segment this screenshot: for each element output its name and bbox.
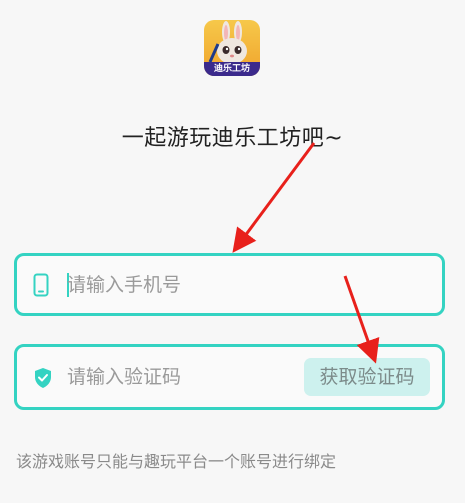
app-logo-label: 迪乐工坊 [213,64,250,74]
page-title: 一起游玩迪乐工坊吧~ [121,126,344,151]
annotation-arrow-to-phone [232,142,316,253]
app-logo-icon: 迪乐工坊 [204,20,260,76]
phone-icon [33,273,49,301]
get-code-button[interactable]: 获取验证码 [304,358,430,396]
phone-field[interactable] [14,253,445,316]
verification-code-input[interactable] [67,347,297,407]
binding-notice: 该游戏账号只能与趣玩平台一个账号进行绑定 [16,452,337,471]
shield-check-icon [33,367,53,393]
phone-input[interactable] [67,256,297,313]
verification-code-field[interactable]: 获取验证码 [14,344,445,410]
